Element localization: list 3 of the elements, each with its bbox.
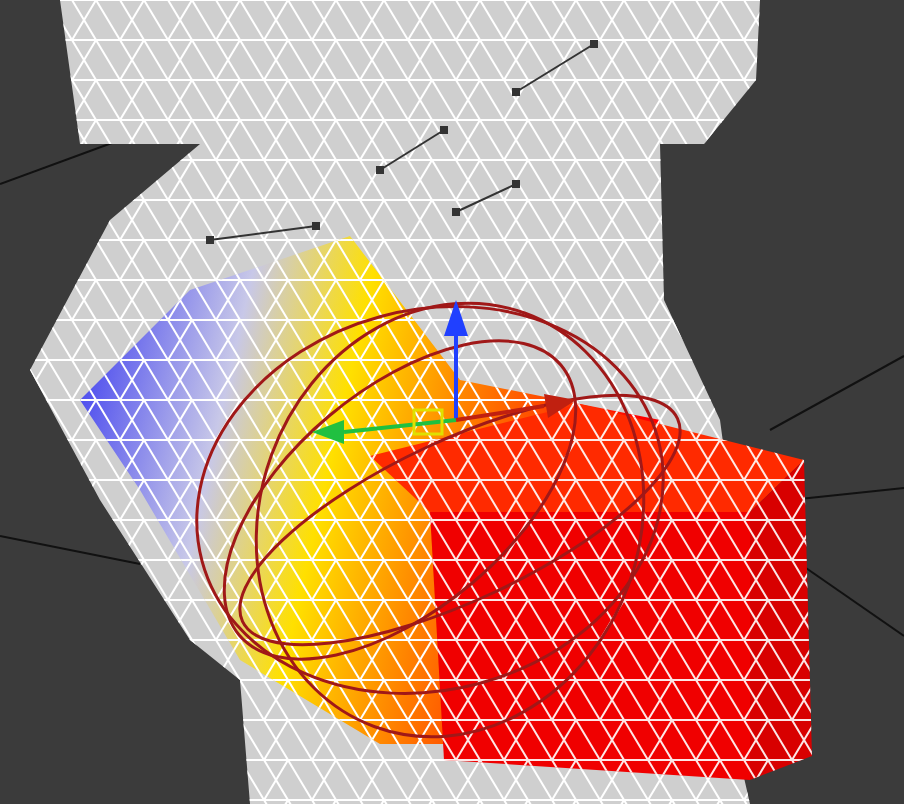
grid-line — [0, 535, 141, 565]
rotate-gizmo[interactable] — [195, 300, 682, 738]
grid-line — [769, 355, 904, 431]
